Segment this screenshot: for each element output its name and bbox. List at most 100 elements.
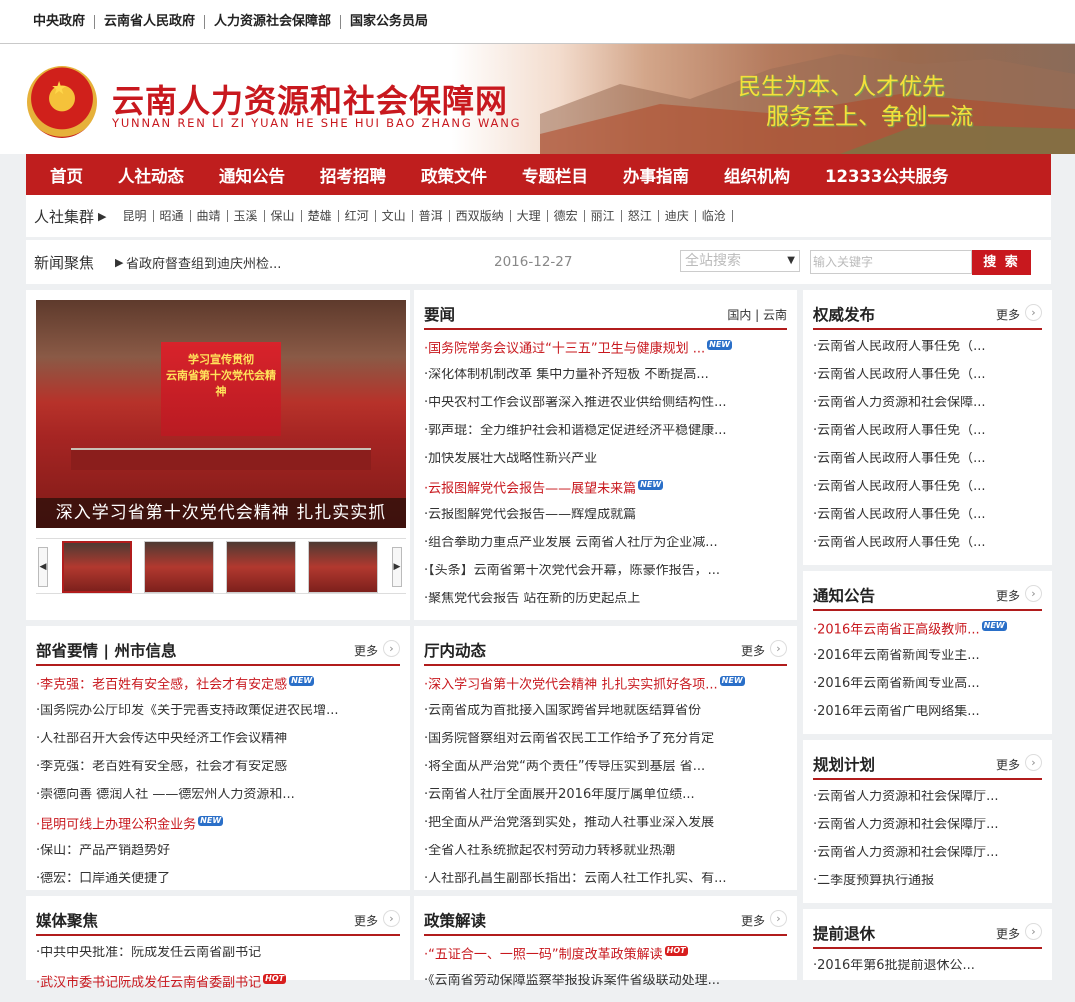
list-item[interactable]: ·郭声琨：全力维护社会和谐稳定促进经济平稳健康... (424, 424, 787, 452)
list-item[interactable]: ·中共中央批准：阮成发任云南省副书记 (36, 946, 400, 974)
city-link[interactable]: 玉溪 (228, 210, 265, 222)
nav-notices[interactable]: 通知公告 (219, 163, 285, 187)
city-link[interactable]: 德宏 (548, 210, 585, 222)
nav-policy[interactable]: 政策文件 (421, 163, 487, 187)
list-item[interactable]: ·云南省人民政府人事任免（... (813, 480, 1042, 508)
city-link[interactable]: 怒江 (622, 210, 659, 222)
more-link[interactable]: 更多 (996, 925, 1020, 942)
city-link[interactable]: 文山 (376, 210, 413, 222)
list-item[interactable]: ·保山：产品产销趋势好 (36, 844, 400, 872)
news-focus-headline[interactable]: 省政府督查组到迪庆州检... (126, 253, 281, 272)
chevron-right-icon[interactable]: › (770, 910, 787, 927)
list-item[interactable]: ·武汉市委书记阮成发任云南省委副书记 HOT (36, 974, 400, 1002)
list-item[interactable]: ·2016年云南省新闻专业主... (813, 649, 1042, 677)
city-link[interactable]: 红河 (339, 210, 376, 222)
city-link[interactable]: 西双版纳 (450, 210, 511, 222)
list-item[interactable]: ·二季度预算执行通报 (813, 874, 1042, 902)
search-scope-select[interactable]: 全站搜索 ▼ (680, 250, 800, 272)
nav-org[interactable]: 组织机构 (724, 163, 790, 187)
nav-news[interactable]: 人社动态 (118, 163, 184, 187)
city-link[interactable]: 保山 (265, 210, 302, 222)
list-item[interactable]: ·李克强：老百姓有安全感，社会才有安定感 (36, 760, 400, 788)
list-item[interactable]: ·昆明可线上办理公积金业务 NEW (36, 816, 400, 844)
list-item[interactable]: ·云南省人社厅全面展开2016年度厅属单位绩... (424, 788, 787, 816)
chevron-right-icon[interactable]: › (1025, 585, 1042, 602)
chevron-right-icon[interactable]: › (1025, 923, 1042, 940)
more-link[interactable]: 更多 (354, 642, 378, 659)
chevron-right-icon[interactable]: › (1025, 304, 1042, 321)
chevron-right-icon[interactable]: › (1025, 754, 1042, 771)
city-link[interactable]: 迪庆 (659, 210, 696, 222)
top-link[interactable]: 人力资源社会保障部 (205, 14, 342, 29)
list-item[interactable]: ·聚焦党代会报告 站在新的历史起点上 (424, 592, 787, 620)
thumbnail[interactable] (308, 541, 378, 593)
list-item[interactable]: ·云南省人力资源和社会保障厅... (813, 818, 1042, 846)
list-item[interactable]: ·2016年云南省广电网络集... (813, 705, 1042, 733)
list-item[interactable]: ·国务院办公厅印发《关于完善支持政策促进农民增... (36, 704, 400, 732)
chevron-right-icon[interactable]: › (383, 910, 400, 927)
list-item[interactable]: ·人社部召开大会传达中央经济工作会议精神 (36, 732, 400, 760)
top-link[interactable]: 云南省人民政府 (95, 14, 206, 29)
city-link[interactable]: 普洱 (413, 210, 450, 222)
chevron-right-icon[interactable]: › (383, 640, 400, 657)
list-item[interactable]: ·2016年云南省新闻专业高... (813, 677, 1042, 705)
list-item[interactable]: ·【头条】云南省第十次党代会开幕，陈豪作报告，... (424, 564, 787, 592)
more-link[interactable]: 更多 (996, 756, 1020, 773)
list-item[interactable]: ·加快发展壮大战略性新兴产业 (424, 452, 787, 480)
list-item[interactable]: ·《云南省劳动保障监察举报投诉案件省级联动处理... (424, 974, 787, 1002)
list-item[interactable]: ·云南省人力资源和社会保障厅... (813, 846, 1042, 874)
list-item[interactable]: ·云南省人力资源和社会保障厅... (813, 790, 1042, 818)
thumbnail[interactable] (226, 541, 296, 593)
list-item[interactable]: ·云南省人民政府人事任免（... (813, 536, 1042, 564)
list-item[interactable]: ·2016年第6批提前退休公... (813, 959, 1042, 987)
city-link[interactable]: 丽江 (585, 210, 622, 222)
city-link[interactable]: 楚雄 (302, 210, 339, 222)
more-link[interactable]: 更多 (996, 587, 1020, 604)
list-item[interactable]: ·组合拳助力重点产业发展 云南省人社厅为企业减... (424, 536, 787, 564)
list-item[interactable]: ·全省人社系统掀起农村劳动力转移就业热潮 (424, 844, 787, 872)
thumbnail[interactable] (62, 541, 132, 593)
list-item[interactable]: ·深入学习省第十次党代会精神 扎扎实实抓好各项... NEW (424, 676, 787, 704)
list-item[interactable]: ·云南省人力资源和社会保障... (813, 396, 1042, 424)
list-item[interactable]: ·国务院常务会议通过“十三五”卫生与健康规划 ... NEW (424, 340, 787, 368)
list-item[interactable]: ·云南省人民政府人事任免（... (813, 424, 1042, 452)
list-item[interactable]: ·将全面从严治党“两个责任”传导压实到基层 省... (424, 760, 787, 788)
prev-arrow-icon[interactable]: ◀ (38, 547, 48, 587)
list-item[interactable]: ·中央农村工作会议部署深入推进农业供给侧结构性... (424, 396, 787, 424)
list-item[interactable]: ·云南省人民政府人事任免（... (813, 368, 1042, 396)
nav-home[interactable]: 首页 (50, 163, 83, 187)
list-item[interactable]: ·2016年云南省正高级教师... NEW (813, 621, 1042, 649)
city-link[interactable]: 临沧 (696, 210, 733, 222)
list-item[interactable]: ·把全面从严治党落到实处，推动人社事业深入发展 (424, 816, 787, 844)
city-link[interactable]: 昭通 (154, 210, 191, 222)
list-item[interactable]: ·云报图解党代会报告——展望未来篇 NEW (424, 480, 787, 508)
list-item[interactable]: ·云南省人民政府人事任免（... (813, 340, 1042, 368)
nav-guide[interactable]: 办事指南 (623, 163, 689, 187)
search-button[interactable]: 搜 索 (972, 250, 1031, 275)
list-item[interactable]: ·云报图解党代会报告——辉煌成就篇 (424, 508, 787, 536)
list-item[interactable]: ·云南省人民政府人事任免（... (813, 508, 1042, 536)
more-link[interactable]: 更多 (741, 912, 765, 929)
more-link[interactable]: 更多 (996, 306, 1020, 323)
slideshow-caption[interactable]: 深入学习省第十次党代会精神 扎扎实实抓 (36, 498, 406, 528)
list-item[interactable]: ·崇德向善 德润人社 ——德宏州人力资源和... (36, 788, 400, 816)
list-item[interactable]: ·“五证合一、一照一码”制度改革政策解读 HOT (424, 946, 787, 974)
more-link[interactable]: 更多 (741, 642, 765, 659)
nav-12333[interactable]: 12333公共服务 (825, 163, 948, 187)
list-item[interactable]: ·李克强：老百姓有安全感，社会才有安定感 NEW (36, 676, 400, 704)
top-link[interactable]: 中央政府 (33, 14, 96, 29)
next-arrow-icon[interactable]: ▶ (392, 547, 402, 587)
more-link[interactable]: 更多 (354, 912, 378, 929)
thumbnail[interactable] (144, 541, 214, 593)
search-input[interactable]: 输入关键字 (810, 250, 972, 274)
top-link[interactable]: 国家公务员局 (341, 14, 437, 29)
list-item[interactable]: ·深化体制机制改革 集中力量补齐短板 不断提高... (424, 368, 787, 396)
list-item[interactable]: ·国务院督察组对云南省农民工工作给予了充分肯定 (424, 732, 787, 760)
chevron-right-icon[interactable]: › (770, 640, 787, 657)
list-item[interactable]: ·云南省成为首批接入国家跨省异地就医结算省份 (424, 704, 787, 732)
nav-recruit[interactable]: 招考招聘 (320, 163, 386, 187)
nav-topics[interactable]: 专题栏目 (522, 163, 588, 187)
slideshow-photo[interactable]: 学习宣传贯彻 云南省第十次党代会精神 深入学习省第十次党代会精神 扎扎实实抓 (36, 300, 406, 528)
city-link[interactable]: 曲靖 (191, 210, 228, 222)
region-tabs[interactable]: 国内 | 云南 (727, 306, 787, 323)
